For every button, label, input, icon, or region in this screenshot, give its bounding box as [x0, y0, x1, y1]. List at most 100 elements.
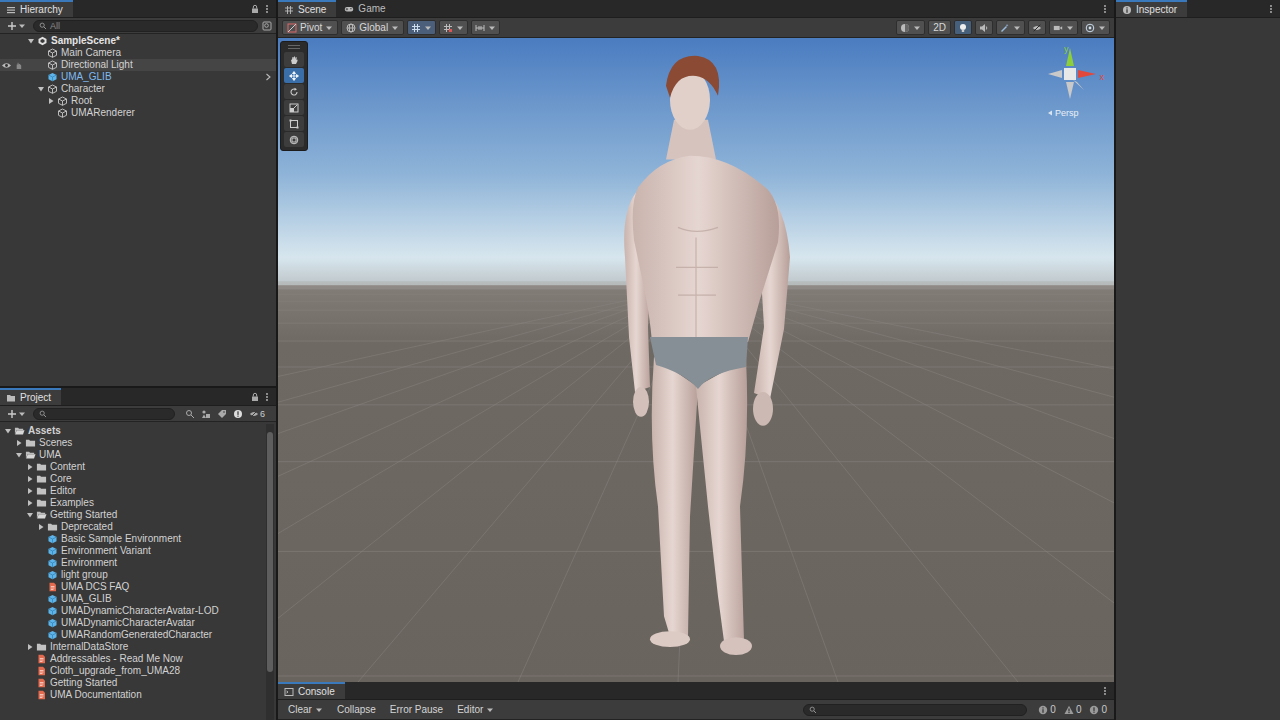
- search-filter-icon[interactable]: [262, 21, 272, 31]
- project-row[interactable]: UMA DCS FAQ: [0, 581, 266, 593]
- hierarchy-row[interactable]: Directional Light: [0, 59, 276, 71]
- scale-tool-button[interactable]: [284, 100, 304, 115]
- project-row[interactable]: Environment: [0, 557, 266, 569]
- visibility-eye-icon[interactable]: [1, 61, 12, 70]
- create-button[interactable]: [4, 409, 29, 419]
- console-button[interactable]: Clear: [282, 703, 329, 717]
- kebab-menu-icon[interactable]: [262, 4, 272, 14]
- collapsed-arrow-icon[interactable]: [47, 97, 55, 105]
- hidden-packages-toggle[interactable]: 6: [249, 409, 265, 419]
- hierarchy-row[interactable]: UMARenderer: [0, 107, 276, 119]
- warning-count-toggle[interactable]: 0: [1061, 704, 1085, 715]
- view-tab[interactable]: Scene: [278, 0, 336, 17]
- expanded-arrow-icon[interactable]: [15, 451, 23, 459]
- project-scrollbar[interactable]: [266, 424, 274, 720]
- hierarchy-row[interactable]: Main Camera: [0, 47, 276, 59]
- project-tab[interactable]: Project: [0, 388, 61, 405]
- collapsed-arrow-icon[interactable]: [26, 487, 34, 495]
- console-search[interactable]: [803, 704, 1027, 716]
- orientation-gizmo[interactable]: y x Persp: [1036, 44, 1104, 128]
- increment-snap[interactable]: [471, 20, 500, 35]
- collapsed-arrow-icon[interactable]: [26, 475, 34, 483]
- scene-visibility-toggle[interactable]: [1028, 20, 1046, 35]
- move-tool-button[interactable]: [284, 68, 304, 83]
- hierarchy-search[interactable]: All: [33, 20, 258, 32]
- project-row[interactable]: InternalDataStore: [0, 641, 266, 653]
- project-search[interactable]: [33, 408, 175, 420]
- filter-type-icon[interactable]: [201, 409, 211, 419]
- projection-toggle[interactable]: Persp: [1046, 108, 1079, 118]
- lock-icon[interactable]: [250, 4, 260, 14]
- search-by-type-icon[interactable]: [185, 409, 195, 419]
- project-row[interactable]: Addressables - Read Me Now: [0, 653, 266, 665]
- snap-toggle[interactable]: [439, 20, 468, 35]
- hierarchy-tab[interactable]: Hierarchy: [0, 0, 73, 17]
- project-row[interactable]: Deprecated: [0, 521, 266, 533]
- pickable-hand-icon[interactable]: [13, 61, 24, 70]
- expanded-arrow-icon[interactable]: [26, 511, 34, 519]
- collapsed-arrow-icon[interactable]: [26, 463, 34, 471]
- inspector-tab[interactable]: Inspector: [1116, 0, 1187, 17]
- expanded-arrow-icon[interactable]: [27, 37, 35, 45]
- create-button[interactable]: [4, 21, 29, 31]
- favorite-warning-icon[interactable]: [233, 409, 243, 419]
- project-row[interactable]: Content: [0, 461, 266, 473]
- console-button[interactable]: Error Pause: [384, 703, 449, 717]
- view-tab[interactable]: Game: [338, 0, 395, 17]
- draw-mode-dropdown[interactable]: [896, 20, 925, 35]
- open-prefab-arrow-icon[interactable]: [264, 73, 272, 81]
- error-count-toggle[interactable]: 0: [1086, 704, 1110, 715]
- character-figure[interactable]: [624, 56, 790, 655]
- project-row[interactable]: Examples: [0, 497, 266, 509]
- gizmos-toggle[interactable]: [1081, 20, 1110, 35]
- console-button[interactable]: Collapse: [331, 703, 382, 717]
- scroll-thumb[interactable]: [267, 432, 273, 672]
- global-toggle[interactable]: Global: [341, 20, 404, 35]
- expanded-arrow-icon[interactable]: [4, 427, 12, 435]
- console-tab[interactable]: Console: [278, 682, 345, 699]
- project-row[interactable]: light group: [0, 569, 266, 581]
- scene-viewport[interactable]: y x Persp: [278, 38, 1114, 682]
- project-row[interactable]: Environment Variant: [0, 545, 266, 557]
- transform-tool-button[interactable]: [284, 132, 304, 147]
- project-row[interactable]: UMA: [0, 449, 266, 461]
- collapsed-arrow-icon[interactable]: [15, 439, 23, 447]
- hierarchy-row[interactable]: SampleScene*: [0, 35, 276, 47]
- project-row[interactable]: UMA_GLIB: [0, 593, 266, 605]
- hierarchy-row[interactable]: Root: [0, 95, 276, 107]
- project-row[interactable]: Basic Sample Environment: [0, 533, 266, 545]
- kebab-menu-icon[interactable]: [1100, 4, 1110, 14]
- project-row[interactable]: UMADynamicCharacterAvatar: [0, 617, 266, 629]
- hierarchy-row[interactable]: UMA_GLIB: [0, 71, 276, 83]
- project-row[interactable]: Scenes: [0, 437, 266, 449]
- 2d-toggle[interactable]: 2D: [928, 20, 951, 35]
- info-count-toggle[interactable]: 0: [1035, 704, 1059, 715]
- kebab-menu-icon[interactable]: [1100, 686, 1110, 696]
- project-row[interactable]: Cloth_upgrade_from_UMA28: [0, 665, 266, 677]
- hierarchy-row[interactable]: Character: [0, 83, 276, 95]
- audio-toggle[interactable]: [975, 20, 993, 35]
- project-row[interactable]: Getting Started: [0, 677, 266, 689]
- kebab-menu-icon[interactable]: [1266, 4, 1276, 14]
- collapsed-arrow-icon[interactable]: [26, 643, 34, 651]
- label-tag-icon[interactable]: [217, 409, 227, 419]
- project-row[interactable]: UMADynamicCharacterAvatar-LOD: [0, 605, 266, 617]
- camera-settings[interactable]: [1049, 20, 1078, 35]
- console-button[interactable]: Editor: [451, 703, 500, 717]
- grid-toggle[interactable]: [407, 20, 436, 35]
- lighting-toggle[interactable]: [954, 20, 972, 35]
- rotate-tool-button[interactable]: [284, 84, 304, 99]
- hand-tool-button[interactable]: [284, 52, 304, 67]
- project-row[interactable]: UMARandomGeneratedCharacter: [0, 629, 266, 641]
- project-row[interactable]: UMA Documentation: [0, 689, 266, 701]
- collapsed-arrow-icon[interactable]: [26, 499, 34, 507]
- lock-icon[interactable]: [250, 392, 260, 402]
- rect-tool-button[interactable]: [284, 116, 304, 131]
- effects-dropdown[interactable]: [996, 20, 1025, 35]
- project-row[interactable]: Getting Started: [0, 509, 266, 521]
- kebab-menu-icon[interactable]: [262, 392, 272, 402]
- expanded-arrow-icon[interactable]: [37, 85, 45, 93]
- project-row[interactable]: Core: [0, 473, 266, 485]
- pivot-toggle[interactable]: Pivot: [282, 20, 338, 35]
- project-row[interactable]: Assets: [0, 425, 266, 437]
